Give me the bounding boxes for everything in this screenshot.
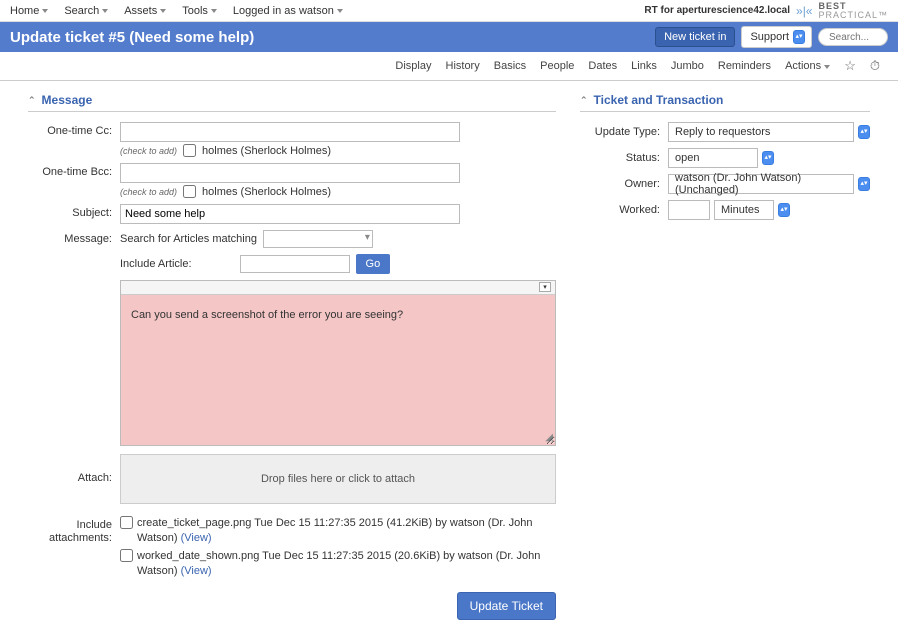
onetime-cc-label: One-time Cc:: [28, 122, 120, 157]
chevron-down-icon: [337, 9, 343, 13]
tab-actions[interactable]: Actions: [785, 60, 830, 72]
chevron-down-icon: [42, 9, 48, 13]
attach-dropzone[interactable]: Drop files here or click to attach: [120, 454, 556, 504]
editor-expand-icon[interactable]: ▾: [539, 282, 551, 292]
search-articles-label: Search for Articles matching: [120, 233, 257, 245]
tab-dates[interactable]: Dates: [588, 60, 617, 72]
owner-select[interactable]: watson (Dr. John Watson) (Unchanged): [668, 174, 854, 194]
menu-search[interactable]: Search: [64, 5, 108, 17]
cc-holmes-label: holmes (Sherlock Holmes): [202, 145, 331, 157]
message-heading: Message: [42, 93, 93, 107]
go-button[interactable]: Go: [356, 254, 391, 274]
bcc-holmes-checkbox[interactable]: [183, 185, 196, 198]
attach1-checkbox[interactable]: [120, 516, 133, 529]
update-type-label: Update Type:: [580, 126, 668, 138]
tab-links[interactable]: Links: [631, 60, 657, 72]
check-to-add-hint2: (check to add): [120, 187, 177, 197]
menu-loggedin[interactable]: Logged in as watson: [233, 5, 343, 17]
ticket-tabs: Display History Basics People Dates Link…: [0, 52, 898, 81]
include-article-label: Include Article:: [120, 258, 192, 270]
cc-holmes-checkbox[interactable]: [183, 144, 196, 157]
search-input[interactable]: [818, 28, 888, 46]
main-menu: Home Search Assets Tools Logged in as wa…: [10, 5, 343, 17]
message-textarea[interactable]: Can you send a screenshot of the error y…: [121, 295, 555, 445]
chevron-down-icon: [211, 9, 217, 13]
owner-label: Owner:: [580, 178, 668, 190]
worked-input[interactable]: [668, 200, 710, 220]
onetime-bcc-label: One-time Bcc:: [28, 163, 120, 198]
bestpractical-logo: BESTPRACTICAL™: [818, 2, 888, 20]
attach2-view-link[interactable]: (View): [181, 565, 212, 577]
queue-select[interactable]: Support▴▾: [741, 26, 812, 48]
status-label: Status:: [580, 152, 668, 164]
bookmark-icon[interactable]: ☆: [844, 58, 856, 74]
collapse-icon[interactable]: »|«: [796, 4, 812, 18]
rt-instance-label: RT for aperturescience42.local: [644, 5, 790, 16]
message-editor: ▾ Can you send a screenshot of the error…: [120, 280, 556, 446]
subject-label: Subject:: [28, 204, 120, 224]
check-to-add-hint: (check to add): [120, 146, 177, 156]
status-select[interactable]: open: [668, 148, 758, 168]
onetime-cc-input[interactable]: [120, 122, 460, 142]
txn-heading: Ticket and Transaction: [594, 93, 724, 107]
top-nav: Home Search Assets Tools Logged in as wa…: [0, 0, 898, 22]
update-ticket-button[interactable]: Update Ticket: [457, 592, 556, 620]
collapse-caret-icon: ⌃: [28, 95, 36, 106]
title-bar: Update ticket #5 (Need some help) New ti…: [0, 22, 898, 52]
include-attachments-label: Include attachments:: [28, 516, 120, 582]
txn-panel-header[interactable]: ⌃ Ticket and Transaction: [580, 93, 870, 112]
onetime-bcc-input[interactable]: [120, 163, 460, 183]
timer-icon[interactable]: ⏱: [870, 58, 880, 74]
tab-people[interactable]: People: [540, 60, 574, 72]
menu-tools[interactable]: Tools: [182, 5, 217, 17]
tab-basics[interactable]: Basics: [494, 60, 526, 72]
bcc-holmes-label: holmes (Sherlock Holmes): [202, 186, 331, 198]
message-label: Message:: [28, 230, 120, 446]
dropdown-icon[interactable]: ▾: [365, 232, 370, 243]
tab-jumbo[interactable]: Jumbo: [671, 60, 704, 72]
chevron-down-icon: [824, 65, 830, 69]
chevron-down-icon: [160, 9, 166, 13]
new-ticket-button[interactable]: New ticket in: [655, 27, 735, 47]
editor-toolbar: ▾: [121, 281, 555, 295]
collapse-caret-icon: ⌃: [580, 95, 588, 106]
attach-label: Attach:: [28, 454, 120, 510]
subject-input[interactable]: [120, 204, 460, 224]
select-toggle-icon[interactable]: ▴▾: [778, 203, 790, 217]
page-title: Update ticket #5 (Need some help): [10, 29, 254, 46]
include-article-input[interactable]: [240, 255, 350, 273]
worked-unit-select[interactable]: Minutes: [714, 200, 774, 220]
attach2-checkbox[interactable]: [120, 549, 133, 562]
chevron-down-icon: [102, 9, 108, 13]
menu-assets[interactable]: Assets: [124, 5, 166, 17]
select-toggle-icon[interactable]: ▴▾: [858, 125, 870, 139]
tab-display[interactable]: Display: [395, 60, 431, 72]
search-articles-input[interactable]: [263, 230, 373, 248]
attach1-view-link[interactable]: (View): [181, 532, 212, 544]
menu-home[interactable]: Home: [10, 5, 48, 17]
select-toggle-icon[interactable]: ▴▾: [762, 151, 774, 165]
message-panel-header[interactable]: ⌃ Message: [28, 93, 556, 112]
tab-reminders[interactable]: Reminders: [718, 60, 771, 72]
resize-grip-icon[interactable]: ◢: [545, 432, 553, 443]
update-type-select[interactable]: Reply to requestors: [668, 122, 854, 142]
tab-history[interactable]: History: [446, 60, 480, 72]
worked-label: Worked:: [580, 204, 668, 216]
select-toggle-icon[interactable]: ▴▾: [858, 177, 870, 191]
